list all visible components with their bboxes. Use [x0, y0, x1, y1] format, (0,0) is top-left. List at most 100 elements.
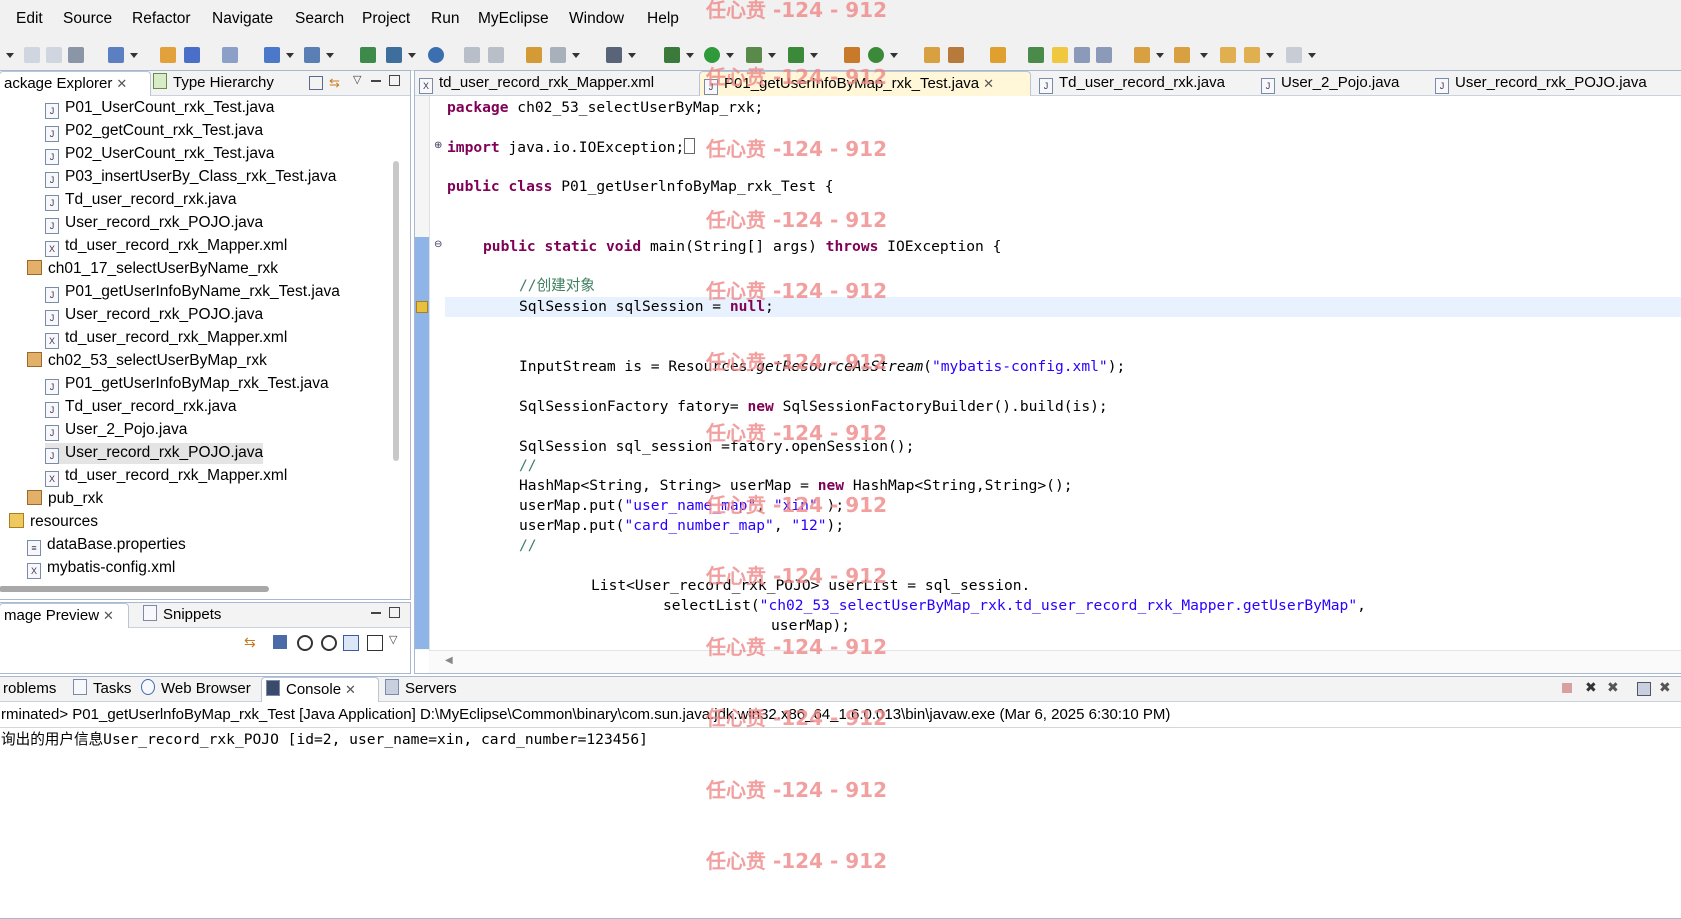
annotation-icon[interactable]: [1028, 47, 1044, 63]
folder-icon[interactable]: [990, 47, 1006, 63]
search-icon[interactable]: [550, 47, 566, 63]
close-icon[interactable]: ✕: [103, 608, 114, 623]
view-menu-icon[interactable]: ▽: [389, 633, 397, 646]
dropdown-arrow-icon[interactable]: [628, 53, 636, 58]
server-icon[interactable]: [304, 47, 320, 63]
tree-item[interactable]: J User_record_rxk_POJO.java: [45, 213, 263, 234]
fold-collapse-icon[interactable]: ⊖: [434, 239, 442, 250]
menu-source[interactable]: Source: [63, 10, 112, 28]
tab-problems[interactable]: roblems: [0, 677, 67, 701]
tab-package-explorer[interactable]: ackage Explorer ✕: [0, 71, 151, 96]
view-menu-icon[interactable]: ▽: [353, 73, 361, 86]
tree-item[interactable]: Xtd_user_record_rxk_Mapper.xml: [45, 236, 287, 257]
horizontal-scrollbar[interactable]: [0, 586, 269, 592]
tab-servers[interactable]: Servers: [381, 677, 477, 701]
maximize-icon[interactable]: [389, 75, 400, 86]
tree-item[interactable]: J Td_user_record_rxk.java: [45, 397, 236, 418]
scroll-left-icon[interactable]: ◀: [445, 655, 453, 666]
minimize-icon[interactable]: [371, 80, 381, 82]
copy-icon[interactable]: [488, 47, 504, 63]
new-project-icon[interactable]: [360, 47, 376, 63]
tab-td-user-record-java[interactable]: J Td_user_record_rxk.java: [1035, 71, 1249, 95]
menu-help[interactable]: Help: [647, 10, 679, 28]
tree-item[interactable]: ch02_53_selectUserByMap_rxk: [27, 351, 267, 371]
menu-navigate[interactable]: Navigate: [212, 10, 273, 28]
warning-icon[interactable]: [416, 301, 428, 313]
last-edit-icon[interactable]: [1220, 47, 1236, 63]
open-type-icon[interactable]: [160, 47, 176, 63]
minimize-icon[interactable]: [371, 612, 381, 614]
fit-image-icon[interactable]: [273, 635, 287, 649]
dropdown-arrow-icon[interactable]: [810, 53, 818, 58]
tab-image-preview[interactable]: mage Preview ✕: [0, 603, 129, 628]
tree-item[interactable]: pub_rxk: [27, 489, 103, 509]
tree-item[interactable]: J User_record_rxk_POJO.java: [45, 443, 264, 464]
print-icon[interactable]: [68, 47, 84, 63]
collapse-all-icon[interactable]: [309, 76, 323, 90]
prev-annotation-icon[interactable]: [1174, 47, 1190, 63]
tab-mapper-xml[interactable]: Xtd_user_record_rxk_Mapper.xml: [415, 71, 685, 95]
tree-item[interactable]: Xtd_user_record_rxk_Mapper.xml: [45, 466, 287, 487]
dropdown-arrow-icon[interactable]: [130, 53, 138, 58]
tab-web-browser[interactable]: Web Browser: [137, 677, 259, 701]
remove-launch-icon[interactable]: ✖: [1585, 679, 1597, 696]
dropdown-arrow-icon[interactable]: [286, 53, 294, 58]
tree-item[interactable]: resources: [9, 512, 98, 532]
tree-item[interactable]: J P02_getCount_rxk_Test.java: [45, 121, 263, 142]
save-all-icon[interactable]: [46, 47, 62, 63]
pin-console-icon[interactable]: ✖: [1659, 679, 1671, 696]
highlight-icon[interactable]: [1052, 47, 1068, 63]
open-resource-icon[interactable]: [948, 47, 964, 63]
tab-snippets[interactable]: Snippets: [139, 603, 221, 627]
menu-run[interactable]: Run: [431, 10, 459, 28]
maximize-icon[interactable]: [389, 607, 400, 618]
show-whitespace-icon[interactable]: [1096, 47, 1112, 63]
terminate-icon[interactable]: [1562, 683, 1572, 693]
monitor-icon[interactable]: [606, 47, 622, 63]
vertical-scrollbar[interactable]: [393, 161, 399, 461]
tab-user-2-pojo-java[interactable]: J User_2_Pojo.java: [1257, 71, 1429, 95]
tree-item[interactable]: J P01_UserCount_rxk_Test.java: [45, 98, 274, 119]
dropdown-arrow-icon[interactable]: [768, 53, 776, 58]
tree-item[interactable]: J User_record_rxk_POJO.java: [45, 305, 263, 326]
fold-expand-icon[interactable]: ⊕: [434, 140, 442, 151]
zoom-in-icon[interactable]: [321, 635, 337, 651]
clear-console-icon[interactable]: [1637, 682, 1651, 696]
save-icon[interactable]: [24, 47, 40, 63]
new-file-icon[interactable]: [386, 47, 402, 63]
tab-tasks[interactable]: Tasks: [69, 677, 135, 701]
tree-item[interactable]: J Td_user_record_rxk.java: [45, 190, 236, 211]
menu-myeclipse[interactable]: MyEclipse: [478, 10, 549, 28]
tab-console[interactable]: Console ✕: [261, 677, 379, 702]
open-task-icon[interactable]: [184, 47, 200, 63]
close-icon[interactable]: ✕: [983, 76, 994, 91]
remove-all-icon[interactable]: ✖: [1607, 679, 1619, 696]
dropdown-arrow-icon[interactable]: [1266, 53, 1274, 58]
new-wizard-icon[interactable]: [108, 47, 124, 63]
dropdown-arrow-icon[interactable]: [686, 53, 694, 58]
block-selection-icon[interactable]: [1074, 47, 1090, 63]
dropdown-arrow-icon[interactable]: [1308, 53, 1316, 58]
tree-item[interactable]: J P01_getUserInfoByName_rxk_Test.java: [45, 282, 340, 303]
refresh-icon[interactable]: ⇆: [244, 634, 256, 651]
tree-item[interactable]: Xtd_user_record_rxk_Mapper.xml: [45, 328, 287, 349]
next-annotation-icon[interactable]: [1134, 47, 1150, 63]
tree-item[interactable]: ≡ dataBase.properties: [27, 535, 186, 556]
tree-item[interactable]: J P02_UserCount_rxk_Test.java: [45, 144, 274, 165]
debug-icon[interactable]: [664, 47, 680, 63]
menu-refactor[interactable]: Refactor: [132, 10, 191, 28]
web-service-icon[interactable]: [222, 47, 238, 63]
tree-item[interactable]: ch01_17_selectUserByName_rxk: [27, 259, 278, 279]
link-editor-icon[interactable]: ⇆: [329, 75, 340, 91]
tree-item[interactable]: J P03_insertUserBy_Class_rxk_Test.java: [45, 167, 336, 188]
menu-search[interactable]: Search: [295, 10, 344, 28]
horizontal-scrollbar[interactable]: ◀: [429, 650, 1681, 673]
tree-item[interactable]: J P01_getUserInfoByMap_rxk_Test.java: [45, 374, 329, 395]
menu-window[interactable]: Window: [569, 10, 624, 28]
zoom-out-icon[interactable]: [297, 635, 313, 651]
dropdown-arrow-icon[interactable]: [572, 53, 580, 58]
open-folder-icon[interactable]: [924, 47, 940, 63]
dropdown-arrow-icon[interactable]: [1156, 53, 1164, 58]
dropdown-arrow-icon[interactable]: [408, 53, 416, 58]
dropdown-arrow-icon[interactable]: [1200, 53, 1208, 58]
